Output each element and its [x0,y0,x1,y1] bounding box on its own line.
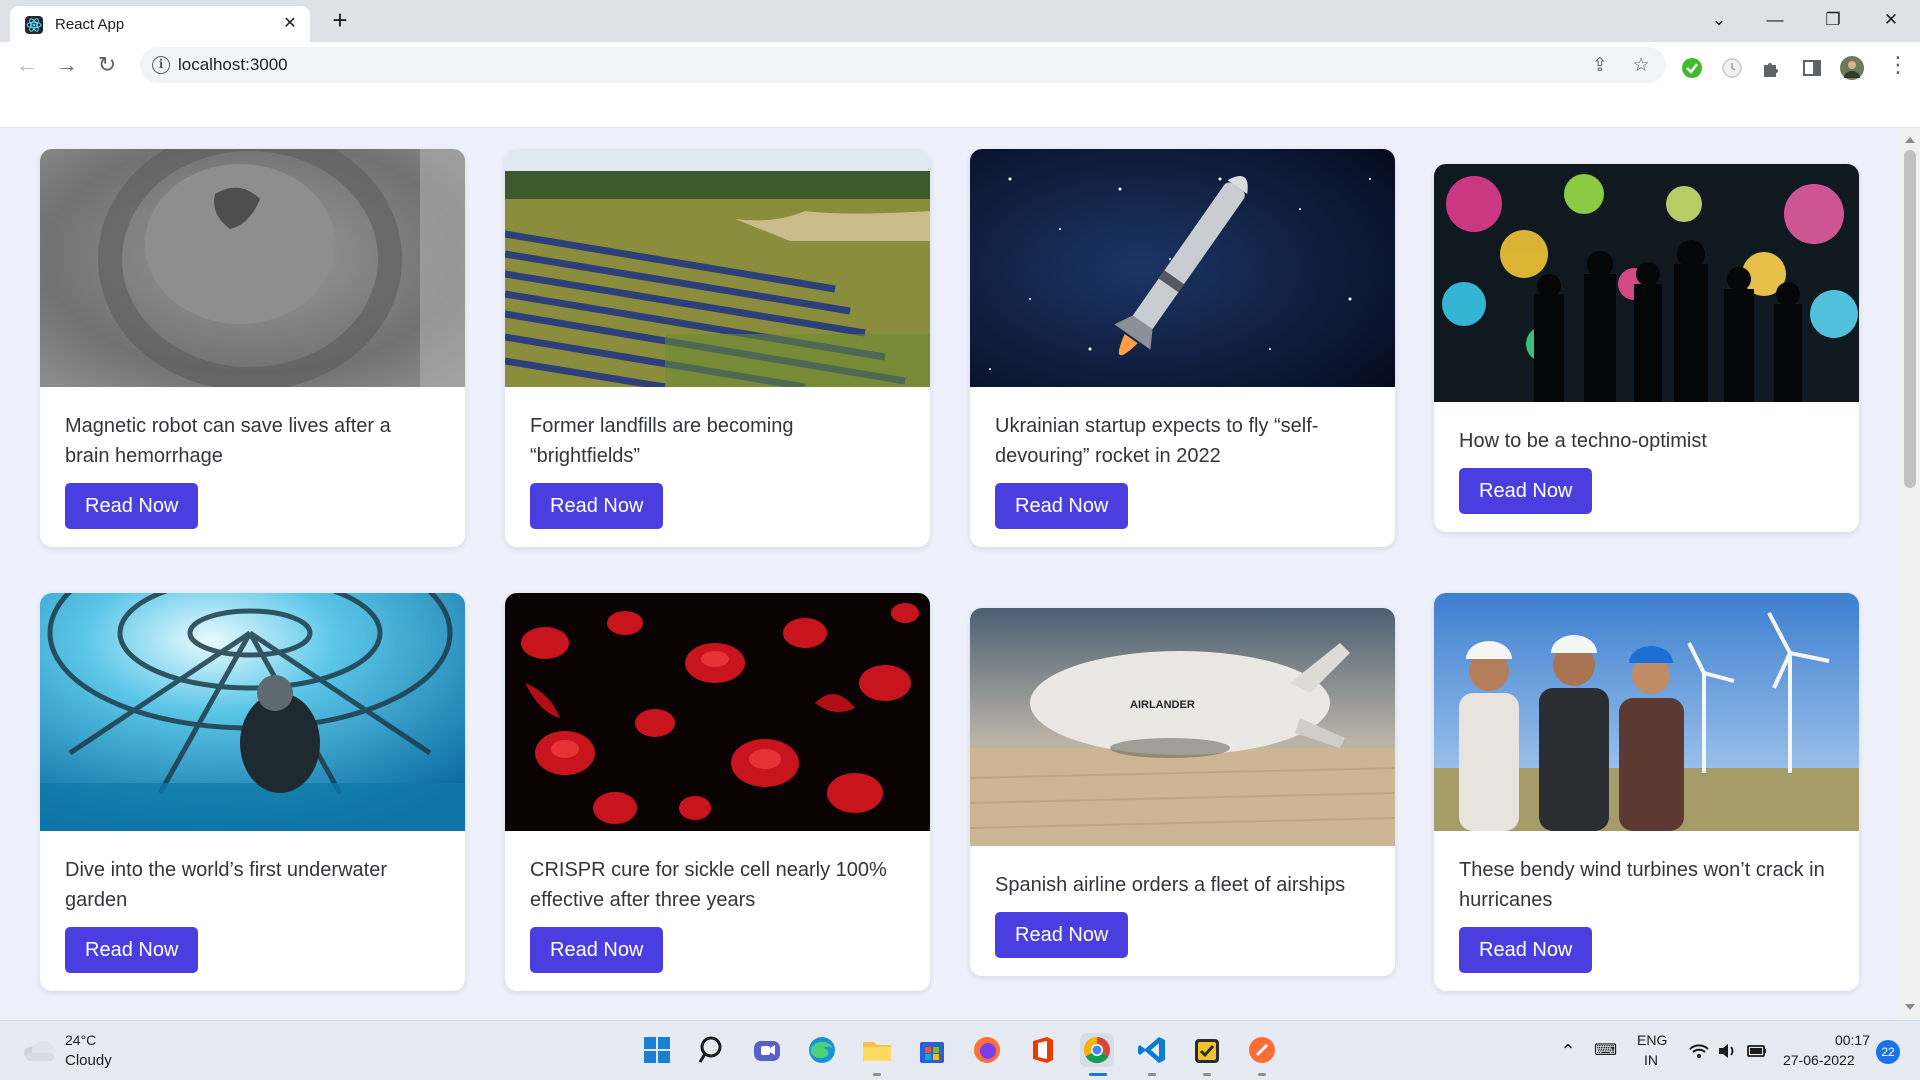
active-app-indicator [1089,1073,1107,1076]
minimize-button[interactable]: — [1752,6,1798,34]
card-title: These bendy wind turbines won’t crack in… [1459,859,1825,911]
card-image-rocket [970,149,1395,387]
clock-date[interactable]: 27-06-2022 [1783,1052,1855,1068]
read-now-button[interactable]: Read Now [530,927,664,973]
new-tab-button[interactable]: + [326,7,354,35]
card-title: Dive into the world’s first underwater g… [65,859,387,911]
card-title: Former landfills are becoming “brightfie… [530,415,794,467]
news-card: How to be a techno-optimist Read Now [1434,164,1859,532]
bookmark-star-icon[interactable]: ☆ [1629,54,1653,78]
react-favicon-icon [25,16,43,34]
extension-clock-icon[interactable] [1720,56,1744,80]
card-image-underwater-garden [40,593,465,831]
card-title: Magnetic robot can save lives after a br… [65,415,391,467]
tab-title: React App [55,16,125,33]
chrome-browser-icon[interactable] [1080,1033,1114,1067]
card-image-airship: AIRLANDER [970,608,1395,846]
card-title: How to be a techno-optimist [1459,430,1707,452]
microsoft-store-icon[interactable] [915,1033,949,1067]
windows-taskbar: 24°C Cloudy ⌃ ⌨ ENG IN 00:17 27-06-2022 … [0,1020,1920,1080]
scroll-thumb[interactable] [1904,150,1916,488]
teams-chat-icon[interactable] [750,1033,784,1067]
news-grid: Magnetic robot can save lives after a br… [0,128,1900,1020]
scroll-up-arrow-icon[interactable] [1905,137,1915,143]
card-image-brain-robot [40,149,465,387]
office-icon[interactable] [1025,1033,1059,1067]
news-card: Dive into the world’s first underwater g… [40,593,465,991]
scroll-down-arrow-icon[interactable] [1905,1004,1915,1010]
app-header [0,88,1920,128]
weather-condition[interactable]: Cloudy [65,1052,112,1069]
weather-temperature[interactable]: 24°C [65,1032,96,1048]
browser-tab-strip: React App ✕ + ⌄ — ❐ ✕ [0,0,1920,42]
read-now-button[interactable]: Read Now [65,927,199,973]
news-card: These bendy wind turbines won’t crack in… [1434,593,1859,991]
postman-icon[interactable] [1245,1033,1279,1067]
read-now-button[interactable]: Read Now [995,483,1129,529]
side-panel-icon[interactable] [1800,56,1824,80]
running-indicator [1258,1073,1266,1076]
read-now-button[interactable]: Read Now [65,483,199,529]
keyboard-icon[interactable]: ⌨ [1594,1039,1617,1063]
news-card: Magnetic robot can save lives after a br… [40,149,465,547]
news-card: AIRLANDER Spanish airline orders a fleet… [970,608,1395,976]
cloudy-weather-icon[interactable] [22,1037,56,1063]
notification-badge[interactable]: 22 [1876,1040,1900,1064]
volume-icon[interactable] [1716,1039,1738,1063]
tab-search-chevron-down-icon[interactable]: ⌄ [1696,6,1742,34]
language-indicator-line1[interactable]: ENG [1637,1032,1667,1048]
site-info-icon[interactable]: i [152,56,170,74]
language-indicator-line2[interactable]: IN [1644,1052,1658,1068]
share-icon[interactable]: ⇪ [1588,54,1612,78]
close-window-button[interactable]: ✕ [1868,6,1914,34]
airship-logo-text: AIRLANDER [1130,699,1195,711]
news-card: Ukrainian startup expects to fly “self-d… [970,149,1395,547]
tab-close-icon[interactable]: ✕ [280,14,300,34]
browser-tab[interactable]: React App ✕ [10,6,310,42]
windows-start-icon[interactable] [640,1033,674,1067]
card-title: Ukrainian startup expects to fly “self-d… [995,415,1319,467]
file-explorer-icon[interactable] [860,1033,894,1067]
running-indicator [1148,1073,1156,1076]
running-indicator [1203,1073,1211,1076]
restore-button[interactable]: ❐ [1810,6,1856,34]
vscode-icon[interactable] [1135,1033,1169,1067]
read-now-button[interactable]: Read Now [1459,927,1593,973]
page-scrollbar[interactable] [1900,128,1920,1020]
read-now-button[interactable]: Read Now [530,483,664,529]
card-title: Spanish airline orders a fleet of airshi… [995,874,1346,896]
card-image-digital-art [1434,164,1859,402]
extension-green-icon[interactable] [1680,56,1704,80]
news-card: Former landfills are becoming “brightfie… [505,149,930,547]
edge-browser-icon[interactable] [805,1033,839,1067]
read-now-button[interactable]: Read Now [995,912,1129,958]
card-title: CRISPR cure for sickle cell nearly 100% … [530,859,887,911]
address-bar[interactable]: i localhost:3000 ⇪ ☆ [140,47,1666,83]
clock-time[interactable]: 00:17 [1820,1032,1870,1048]
menu-kebab-icon[interactable]: ⋮ [1884,51,1912,79]
back-arrow-icon[interactable]: ← [13,51,41,79]
tasks-app-icon[interactable] [1190,1033,1224,1067]
search-icon[interactable] [695,1033,729,1067]
forward-arrow-icon[interactable]: → [53,51,81,79]
card-image-blood-cells [505,593,930,831]
wifi-icon[interactable] [1688,1039,1710,1063]
firefox-icon[interactable] [970,1033,1004,1067]
read-now-button[interactable]: Read Now [1459,468,1593,514]
extensions-puzzle-icon[interactable] [1760,56,1784,80]
running-indicator [873,1073,881,1076]
hidden-icons-chevron-up-icon[interactable]: ⌃ [1557,1039,1579,1063]
profile-avatar[interactable] [1840,56,1864,80]
battery-icon[interactable] [1746,1039,1768,1063]
browser-toolbar: ← → ↻ i localhost:3000 ⇪ ☆ ⋮ [0,42,1920,88]
news-card: CRISPR cure for sickle cell nearly 100% … [505,593,930,991]
url-text[interactable]: localhost:3000 [178,55,288,75]
reload-icon[interactable]: ↻ [93,51,121,79]
card-image-wind-turbines [1434,593,1859,831]
card-image-solar-field [505,149,930,387]
